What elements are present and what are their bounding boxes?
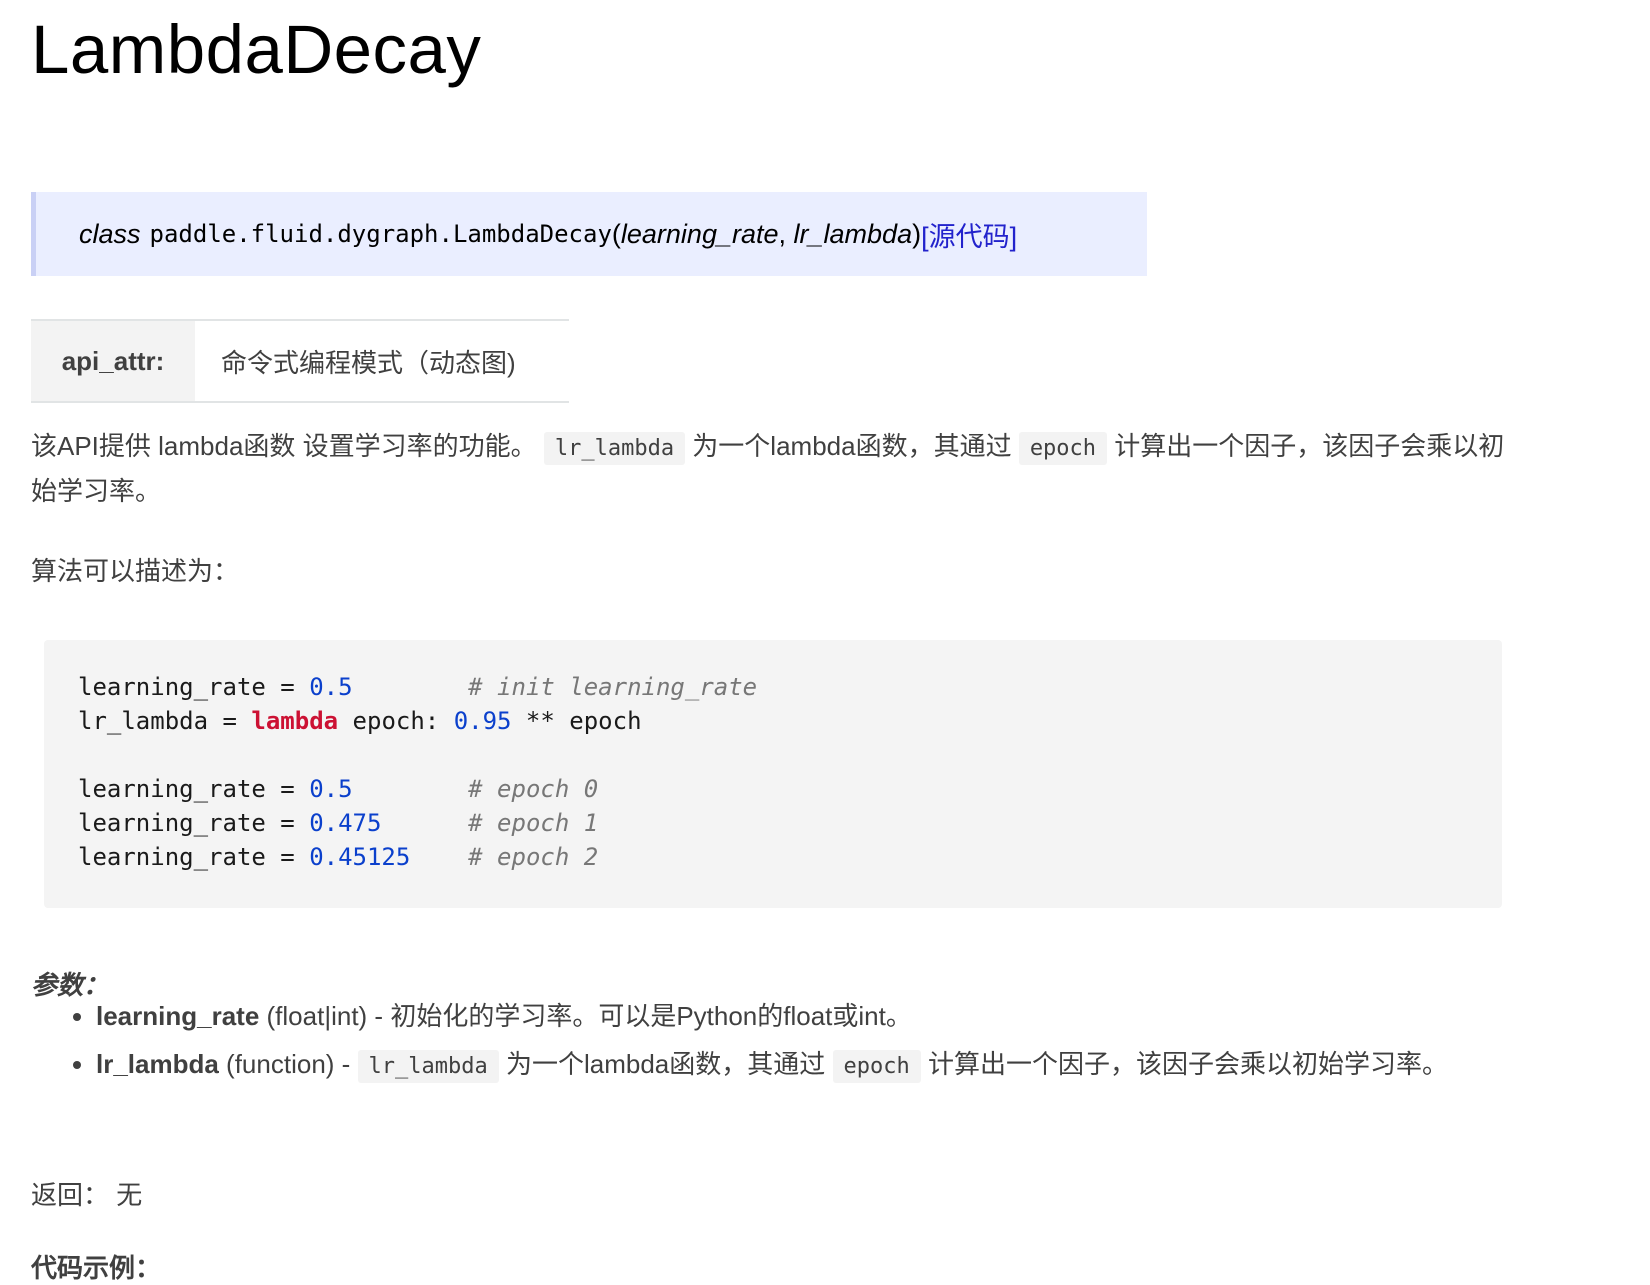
params-list: learning_rate (float|int) - 初始化的学习率。可以是P… [31, 995, 1461, 1094]
signature-arg-lr-lambda: lr_lambda [793, 218, 913, 249]
param-code-lr-lambda: lr_lambda [357, 1050, 499, 1083]
code-line: learning_rate = 0.475 # epoch 1 [78, 809, 599, 837]
param-desc: 初始化的学习率。可以是Python的float或int。 [390, 1001, 912, 1031]
returns-label: 返回： [31, 1180, 110, 1210]
signature-arg-learning-rate: learning_rate [620, 218, 779, 249]
param-item-lr-lambda: lr_lambda (function) - lr_lambda 为一个lamb… [96, 1043, 1461, 1088]
intro-code-epoch: epoch [1018, 432, 1108, 465]
param-desc-1: 为一个lambda函数，其通过 [498, 1049, 833, 1079]
page-title: LambdaDecay [31, 11, 482, 88]
param-item-learning-rate: learning_rate (float|int) - 初始化的学习率。可以是P… [96, 995, 1461, 1037]
signature-keyword: class [79, 218, 141, 249]
returns-line: 返回： 无 [31, 1175, 142, 1212]
intro-code-lr-lambda: lr_lambda [543, 432, 686, 465]
source-code-link[interactable]: [源代码] [921, 215, 1017, 254]
intro-paragraph: 该API提供 lambda函数 设置学习率的功能。 lr_lambda 为一个l… [31, 425, 1511, 512]
code-line: learning_rate = 0.45125 # epoch 2 [78, 843, 599, 871]
api-attr-label: api_attr: [31, 321, 195, 401]
signature-path: paddle.fluid.dygraph.LambdaDecay [149, 220, 612, 248]
api-attr-table: api_attr: 命令式编程模式（动态图) [31, 319, 569, 403]
example-heading: 代码示例： [31, 1253, 162, 1283]
code-line: learning_rate = 0.5 # init learning_rate [78, 673, 758, 701]
param-name: lr_lambda [96, 1049, 219, 1079]
param-type: (float|int) - [259, 1001, 391, 1031]
intro-text-2: 为一个lambda函数，其通过 [685, 431, 1019, 461]
intro-text-1: 该API提供 lambda函数 设置学习率的功能。 [31, 431, 544, 461]
param-code-epoch: epoch [832, 1050, 921, 1083]
doc-page: LambdaDecay class paddle.fluid.dygraph.L… [31, 0, 1531, 1283]
algorithm-intro: 算法可以描述为： [31, 556, 240, 586]
param-name: learning_rate [96, 1001, 260, 1031]
signature-separator: , [778, 218, 794, 249]
code-line: lr_lambda = lambda epoch: 0.95 ** epoch [78, 707, 642, 735]
param-type: (function) - [218, 1049, 358, 1079]
param-desc-2: 计算出一个因子，该因子会乘以初始学习率。 [920, 1049, 1448, 1079]
api-signature: class paddle.fluid.dygraph.LambdaDecay (… [31, 192, 1147, 276]
algorithm-code-block: learning_rate = 0.5 # init learning_rate… [44, 640, 1502, 908]
signature-close-paren: ) [912, 218, 922, 249]
code-line: learning_rate = 0.5 # epoch 0 [78, 775, 599, 803]
api-attr-value: 命令式编程模式（动态图) [221, 347, 516, 378]
signature-open-paren: ( [611, 218, 621, 249]
returns-value: 无 [116, 1180, 143, 1210]
